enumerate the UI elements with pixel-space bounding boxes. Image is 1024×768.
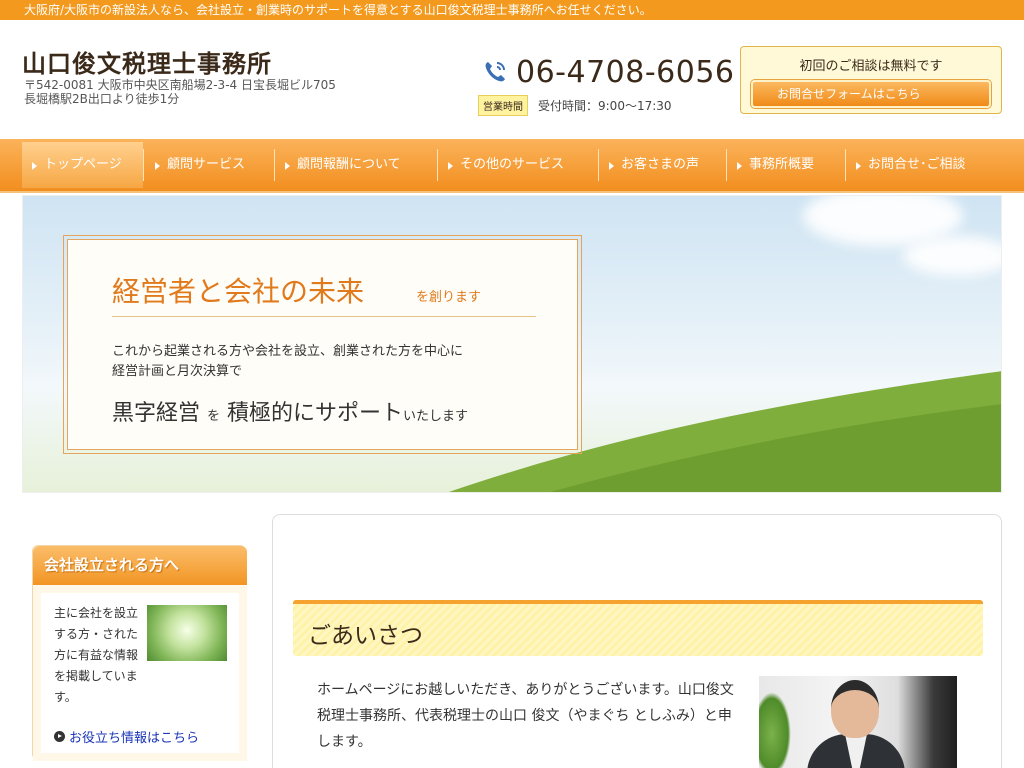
hero-text-line: 経営計画と月次決算で: [112, 364, 243, 379]
representative-photo: [759, 676, 957, 768]
nav-item-contact[interactable]: お問合せ･ご相談: [846, 142, 1002, 188]
global-nav: トップページ 顧問サービス 顧問報酬について その他のサービス お客さまの声 事…: [0, 139, 1024, 193]
hero-headline: 経営者と会社の未来: [112, 275, 365, 308]
hours-text: 受付時間：9:00〜17:30: [538, 99, 672, 113]
greeting-text: ホームページにお越しいただき、ありがとうございます。山口俊文税理士事務所、代表税…: [317, 682, 734, 750]
tagline-part: 黒字経営: [112, 401, 201, 426]
hours-badge: 営業時間: [478, 95, 528, 116]
greeting-heading-box: ごあいさつ: [293, 600, 983, 656]
photo-plant: [759, 692, 791, 768]
top-announcement-text: 大阪府/大阪市の新設法人なら、会社設立・創業時のサポートを得意とする山口俊文税理…: [24, 3, 652, 17]
hero-description: これから起業される方や会社を設立、創業された方を中心に 経営計画と月次決算で: [112, 342, 463, 382]
nav-item-top[interactable]: トップページ: [22, 142, 143, 188]
office-address: 〒542-0081 大阪市中央区南船場2-3-4 日宝長堀ビル705 長堀橋駅2…: [24, 78, 336, 106]
nav-item-advisory[interactable]: 顧問サービス: [145, 142, 274, 188]
greeting-title: ごあいさつ: [308, 623, 423, 649]
contact-form-button[interactable]: お問合せフォームはこちら: [751, 80, 991, 108]
address-line: 〒542-0081 大阪市中央区南船場2-3-4 日宝長堀ビル705: [24, 78, 336, 92]
hero-divider: [112, 316, 536, 317]
sidebar-text: 主に会社を設立する方・された方に有益な情報を掲載しています。: [54, 606, 139, 704]
nav-item-testimonials[interactable]: お客さまの声: [599, 142, 725, 188]
useful-info-link-text[interactable]: お役立ち情報はこちら: [69, 727, 199, 746]
nav-item-office[interactable]: 事務所概要: [727, 142, 844, 188]
photo-face: [831, 680, 879, 738]
tagline-part: 積極的にサポート: [227, 401, 404, 426]
hero-banner: 経営者と会社の未来 を創ります これから起業される方や会社を設立、創業された方を…: [22, 195, 1002, 493]
phone-number[interactable]: 06-4708-6056: [516, 55, 735, 90]
nav-item-other-services[interactable]: その他のサービス: [438, 142, 597, 188]
sidebar-startup-box: 会社設立される方へ 主に会社を設立する方・された方に有益な情報を掲載しています。…: [32, 545, 247, 761]
consultation-box: 初回のご相談は無料です お問合せフォームはこちら: [740, 46, 1002, 114]
tagline-part: いたします: [403, 409, 469, 424]
access-line: 長堀橋駅2B出口より徒歩1分: [24, 92, 180, 106]
nav-separator: [143, 149, 144, 181]
hero-text-line: これから起業される方や会社を設立、創業された方を中心に: [112, 344, 464, 359]
site-logo[interactable]: 山口俊文税理士事務所: [22, 44, 272, 79]
main-content: ごあいさつ ホームページにお越しいただき、ありがとうございます。山口俊文税理士事…: [272, 514, 1002, 768]
hero-message-box: 経営者と会社の未来 を創ります これから起業される方や会社を設立、創業された方を…: [63, 235, 582, 454]
tagline-part: を: [207, 409, 221, 424]
nav-item-fees[interactable]: 顧問報酬について: [275, 142, 436, 188]
sidebar-inner: 主に会社を設立する方・された方に有益な情報を掲載しています。 お役立ち情報はこち…: [41, 593, 239, 753]
phone-block: 06-4708-6056: [482, 54, 735, 90]
top-announcement-bar: 大阪府/大阪市の新設法人なら、会社設立・創業時のサポートを得意とする山口俊文税理…: [0, 0, 1024, 20]
site-header: 山口俊文税理士事務所 〒542-0081 大阪市中央区南船場2-3-4 日宝長堀…: [0, 20, 1024, 139]
hero-headline-suffix: を創ります: [416, 290, 482, 305]
phone-icon: [485, 62, 505, 82]
sidebar-title[interactable]: 会社設立される方へ: [33, 546, 247, 585]
business-hours: 営業時間 受付時間：9:00〜17:30: [478, 95, 672, 116]
hero-tagline: 黒字経営 を 積極的にサポートいたします: [112, 395, 468, 427]
arrow-circle-icon: [54, 731, 65, 742]
sidebar-body: 主に会社を設立する方・された方に有益な情報を掲載しています。 お役立ち情報はこち…: [33, 585, 247, 761]
sidebar-image: [147, 605, 227, 661]
free-consultation-text: 初回のご相談は無料です: [799, 59, 943, 74]
useful-info-link[interactable]: お役立ち情報はこちら: [54, 727, 199, 746]
